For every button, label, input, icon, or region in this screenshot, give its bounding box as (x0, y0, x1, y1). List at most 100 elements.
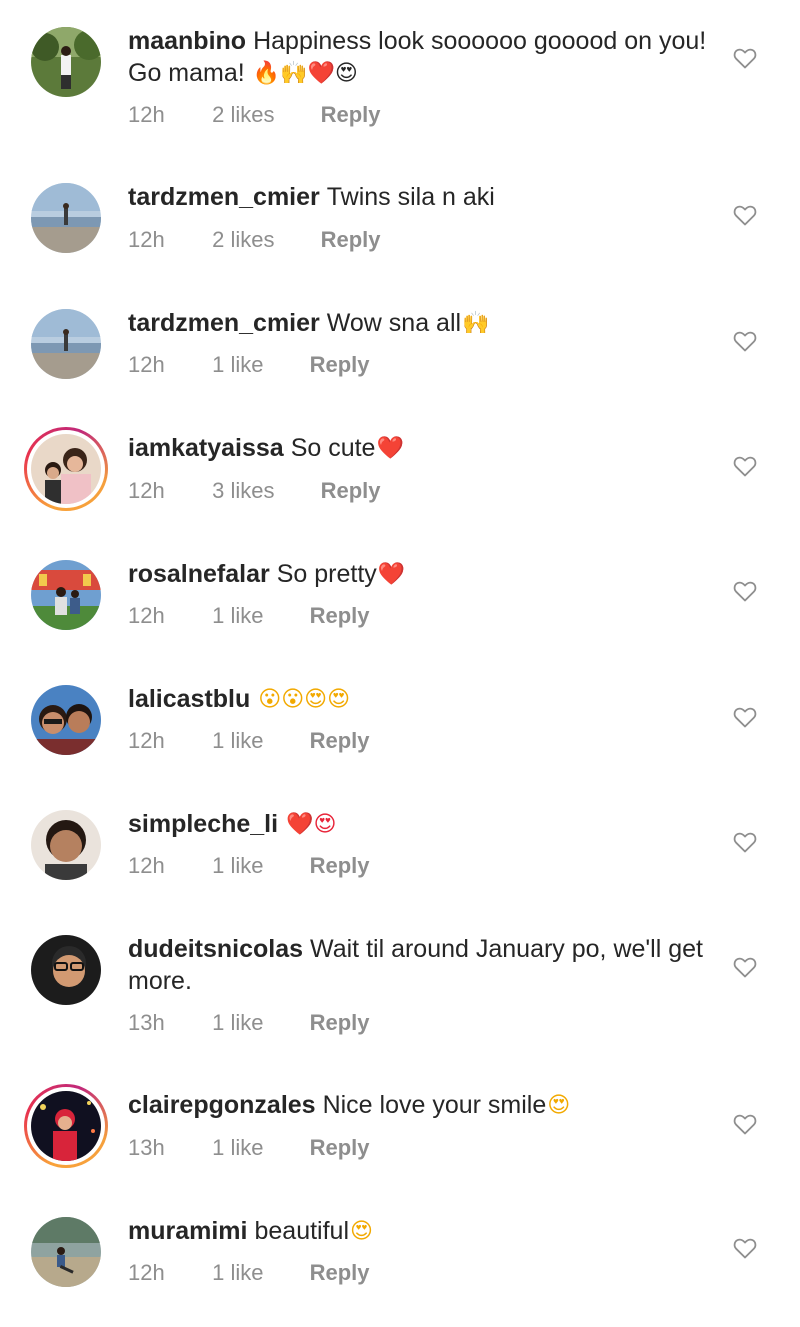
comment-username[interactable]: lalicastblu (128, 685, 250, 713)
avatar-image (31, 810, 101, 880)
comment-text: dudeitsnicolas Wait til around January po… (128, 933, 708, 997)
heart-outline-icon[interactable] (733, 1237, 757, 1259)
comment-body: Wow sna all (326, 309, 462, 337)
comment-meta: 12h 2 likes Reply (128, 102, 381, 128)
avatar[interactable] (31, 27, 101, 97)
comment-text: iamkatyaissa So cute❤️ (128, 432, 708, 464)
comment-body: beautiful (254, 1217, 350, 1245)
comment-emojis: 😍 (547, 1093, 571, 1118)
heart-outline-icon[interactable] (733, 956, 757, 978)
comment-username[interactable]: tardzmen_cmier (128, 309, 320, 337)
comment-meta: 12h 1 like Reply (128, 1260, 370, 1286)
comment-emojis: ❤️ (377, 562, 406, 587)
comment-meta: 13h 1 like Reply (128, 1010, 370, 1036)
heart-outline-icon[interactable] (733, 580, 757, 602)
comment-time: 13h (128, 1010, 165, 1035)
comment-time: 12h (128, 227, 165, 252)
avatar-image (31, 309, 101, 379)
reply-button[interactable]: Reply (310, 352, 370, 378)
comment-meta: 12h 2 likes Reply (128, 227, 381, 253)
comment-text: muramimi beautiful😍 (128, 1215, 708, 1247)
avatar[interactable] (31, 935, 101, 1005)
comment-username[interactable]: clairepgonzales (128, 1091, 316, 1119)
comment-username[interactable]: dudeitsnicolas (128, 935, 303, 963)
comment-username[interactable]: simpleche_li (128, 810, 278, 838)
comment-body: So cute (290, 434, 376, 462)
avatar[interactable] (31, 560, 101, 630)
comment-text: lalicastblu 😮😮😍😍 (128, 683, 708, 715)
comment-meta: 13h 1 like Reply (128, 1135, 370, 1161)
comment-time: 12h (128, 478, 165, 503)
comment-likes[interactable]: 3 likes (212, 478, 274, 504)
comment-text: simpleche_li ❤️😍 (128, 808, 708, 840)
heart-outline-icon[interactable] (733, 330, 757, 352)
avatar-story-ring[interactable] (24, 1084, 108, 1168)
avatar-image (31, 560, 101, 630)
comment-emojis: 😍 (350, 1219, 373, 1244)
comment-meta: 12h 1 like Reply (128, 352, 370, 378)
avatar-image (31, 1091, 101, 1161)
avatar[interactable] (31, 309, 101, 379)
avatar-story-ring[interactable] (24, 427, 108, 511)
comment-likes[interactable]: 1 like (212, 1135, 263, 1161)
comment-text: tardzmen_cmier Wow sna all🙌 (128, 307, 708, 339)
comment-time: 12h (128, 352, 165, 377)
reply-button[interactable]: Reply (310, 603, 370, 629)
reply-button[interactable]: Reply (310, 1260, 370, 1286)
comment-time: 12h (128, 603, 165, 628)
reply-button[interactable]: Reply (310, 1135, 370, 1161)
heart-outline-icon[interactable] (733, 204, 757, 226)
comment-emojis: ❤️ (376, 436, 404, 461)
comment-meta: 12h 3 likes Reply (128, 478, 381, 504)
heart-outline-icon[interactable] (733, 1113, 757, 1135)
reply-button[interactable]: Reply (310, 728, 370, 754)
reply-button[interactable]: Reply (321, 102, 381, 128)
reply-button[interactable]: Reply (321, 227, 381, 253)
comment-emojis: ❤️😍 (286, 812, 337, 837)
comment-username[interactable]: iamkatyaissa (128, 434, 284, 462)
comment-body: Nice love your smile (322, 1091, 547, 1119)
reply-button[interactable]: Reply (321, 478, 381, 504)
comment-meta: 12h 1 like Reply (128, 603, 370, 629)
comment-emojis: 🔥🙌❤️😍 (252, 61, 358, 86)
comment-time: 12h (128, 728, 165, 753)
comment-likes[interactable]: 1 like (212, 603, 263, 629)
comment-text: rosalnefalar So pretty❤️ (128, 558, 708, 590)
comment-likes[interactable]: 1 like (212, 1260, 263, 1286)
avatar-image (31, 434, 101, 504)
reply-button[interactable]: Reply (310, 853, 370, 879)
comment-username[interactable]: tardzmen_cmier (128, 183, 320, 211)
reply-button[interactable]: Reply (310, 1010, 370, 1036)
comment-text: clairepgonzales Nice love your smile😍 (128, 1089, 708, 1121)
heart-outline-icon[interactable] (733, 47, 757, 69)
comment-emojis: 🙌 (462, 311, 490, 336)
comment-username[interactable]: maanbino (128, 27, 246, 55)
comment-username[interactable]: rosalnefalar (128, 560, 270, 588)
avatar[interactable] (31, 183, 101, 253)
avatar-image (31, 27, 101, 97)
comment-meta: 12h 1 like Reply (128, 853, 370, 879)
avatar-image (31, 1217, 101, 1287)
comment-time: 13h (128, 1135, 165, 1160)
comment-time: 12h (128, 102, 165, 127)
comment-likes[interactable]: 2 likes (212, 227, 274, 253)
heart-outline-icon[interactable] (733, 831, 757, 853)
avatar-image (31, 183, 101, 253)
comment-username[interactable]: muramimi (128, 1217, 247, 1245)
comment-likes[interactable]: 1 like (212, 853, 263, 879)
avatar[interactable] (31, 685, 101, 755)
avatar[interactable] (31, 1217, 101, 1287)
comment-time: 12h (128, 853, 165, 878)
heart-outline-icon[interactable] (733, 706, 757, 728)
comment-likes[interactable]: 2 likes (212, 102, 274, 128)
comment-body: So pretty (276, 560, 377, 588)
comment-likes[interactable]: 1 like (212, 728, 263, 754)
comment-likes[interactable]: 1 like (212, 1010, 263, 1036)
heart-outline-icon[interactable] (733, 455, 757, 477)
comment-text: tardzmen_cmier Twins sila n aki (128, 181, 708, 213)
comment-meta: 12h 1 like Reply (128, 728, 370, 754)
comment-body: Twins sila n aki (326, 183, 495, 211)
comment-likes[interactable]: 1 like (212, 352, 263, 378)
comment-emojis: 😮😮😍😍 (258, 687, 351, 712)
avatar[interactable] (31, 810, 101, 880)
